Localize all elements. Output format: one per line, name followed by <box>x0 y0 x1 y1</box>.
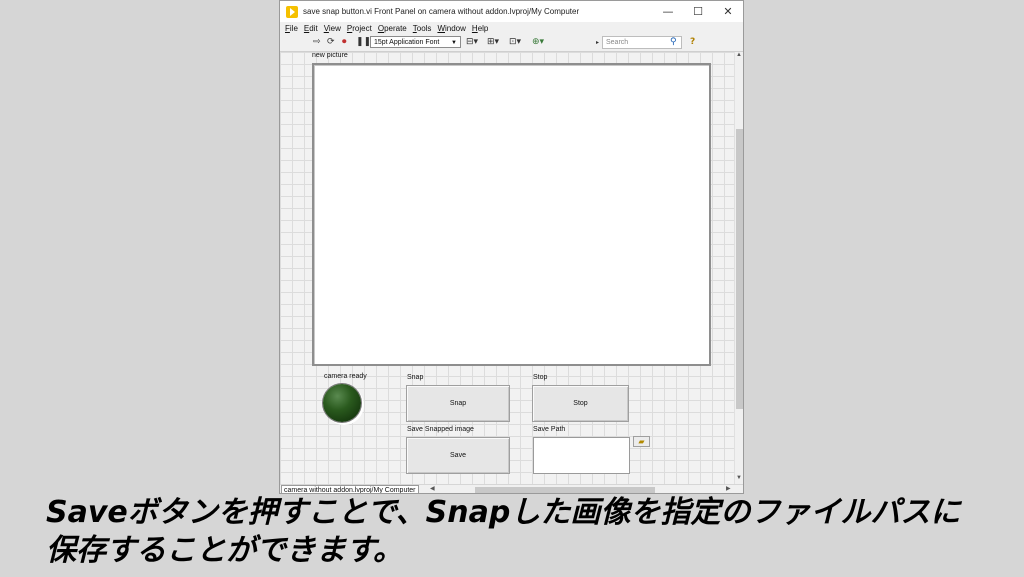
save-button[interactable]: Save <box>406 437 510 474</box>
menu-tools[interactable]: Tools <box>413 24 432 33</box>
caption-line-2: 保存することができます。 <box>46 533 403 568</box>
abort-icon[interactable]: ⏺ <box>342 37 347 48</box>
picture-label: new picture <box>312 52 348 59</box>
stop-button[interactable]: Stop <box>532 385 629 422</box>
stop-button-text: Stop <box>573 400 588 407</box>
font-setting-value: 15pt Application Font <box>374 39 440 46</box>
labview-front-panel-window: save snap button.vi Front Panel on camer… <box>279 0 744 494</box>
menu-project[interactable]: Project <box>347 24 372 33</box>
menu-bar: File Edit View Project Operate Tools Win… <box>280 22 743 35</box>
close-button[interactable]: ✕ <box>713 1 743 22</box>
distribute-objects-icon[interactable]: ⊞▾ <box>487 37 499 48</box>
scroll-left-icon[interactable]: ◀ <box>430 485 435 492</box>
stop-label: Stop <box>533 374 548 381</box>
vertical-scrollbar[interactable]: ▲ ▼ <box>734 52 743 484</box>
reorder-icon[interactable]: ⊕▾ <box>532 37 544 48</box>
menu-view[interactable]: View <box>324 24 341 33</box>
maximize-button[interactable]: ☐ <box>683 1 713 22</box>
resize-objects-icon[interactable]: ⊡▾ <box>509 37 521 48</box>
save-snapped-image-label: Save Snapped image <box>407 426 474 433</box>
front-panel: new picture camera ready Snap Snap Stop … <box>280 52 734 484</box>
context-help-button[interactable]: ? <box>690 37 695 48</box>
labview-app-icon <box>286 5 298 18</box>
status-bar: camera without addon.lvproj/My Computer … <box>280 484 743 493</box>
snap-button[interactable]: Snap <box>406 385 510 422</box>
minimize-button[interactable]: — <box>653 1 683 22</box>
horizontal-scroll-thumb[interactable] <box>475 487 655 493</box>
snap-button-text: Snap <box>449 400 467 407</box>
save-path-label: Save Path <box>533 426 566 433</box>
menu-operate[interactable]: Operate <box>378 24 407 33</box>
menu-edit[interactable]: Edit <box>304 24 318 33</box>
search-icon[interactable]: ⚲ <box>670 37 677 48</box>
search-dropdown-icon[interactable]: ▸ <box>596 37 599 48</box>
menu-file[interactable]: File <box>285 24 298 33</box>
pause-icon[interactable]: ❚❚ <box>356 37 371 48</box>
save-path-field[interactable] <box>533 437 630 474</box>
camera-ready-led <box>323 384 361 422</box>
scroll-right-icon[interactable]: ▶ <box>726 485 731 492</box>
window-controls: — ☐ ✕ <box>653 1 743 22</box>
caption: Saveボタンを押すことで、Snapした画像を指定のファイルパスに 保存すること… <box>46 494 1006 570</box>
menu-window[interactable]: Window <box>437 24 465 33</box>
menu-help[interactable]: Help <box>472 24 488 33</box>
window-title: save snap button.vi Front Panel on camer… <box>303 7 580 16</box>
toolbar: ⇨ ⟳ ⏺ ❚❚ 15pt Application Font ▼ ⊟▾ ⊞▾ ⊡… <box>280 35 743 80</box>
new-picture-indicator <box>312 63 711 366</box>
run-continuously-icon[interactable]: ⟳ <box>327 37 335 48</box>
vertical-scroll-thumb[interactable] <box>736 129 743 409</box>
save-button-text: Save <box>450 452 466 459</box>
snap-label: Snap <box>407 374 424 381</box>
chevron-down-icon: ▼ <box>451 40 457 46</box>
run-arrow-icon[interactable]: ⇨ <box>313 37 321 48</box>
folder-browse-icon[interactable]: ▰ <box>633 436 650 447</box>
scroll-down-icon[interactable]: ▼ <box>736 475 742 481</box>
project-path-status[interactable]: camera without addon.lvproj/My Computer <box>281 485 419 493</box>
title-bar[interactable]: save snap button.vi Front Panel on camer… <box>280 1 743 22</box>
camera-ready-label: camera ready <box>324 373 367 380</box>
text-settings-dropdown[interactable]: 15pt Application Font ▼ <box>370 36 461 48</box>
caption-line-1: Saveボタンを押すことで、Snapした画像を指定のファイルパスに <box>46 495 961 530</box>
scroll-up-icon[interactable]: ▲ <box>736 52 742 58</box>
align-objects-icon[interactable]: ⊟▾ <box>466 37 478 48</box>
search-placeholder: Search <box>606 39 629 46</box>
